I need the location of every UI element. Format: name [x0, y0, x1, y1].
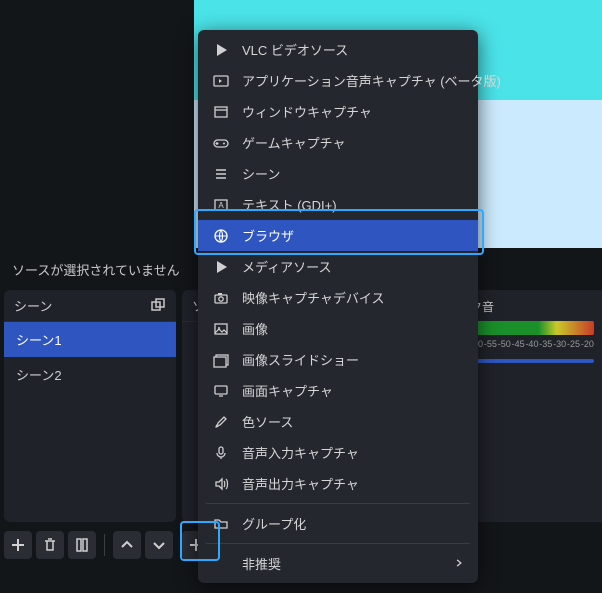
chevron-right-icon [454, 556, 464, 571]
gamepad-icon [212, 134, 230, 152]
menu-item-audio-in[interactable]: 音声入力キャプチャ [198, 437, 478, 468]
menu-separator [206, 503, 470, 504]
menu-item-video-capture[interactable]: 映像キャプチャデバイス [198, 282, 478, 313]
menu-item-media[interactable]: メディアソース [198, 251, 478, 282]
menu-item-game-capture[interactable]: ゲームキャプチャ [198, 127, 478, 158]
slideshow-icon [212, 351, 230, 369]
menu-item-display-capture[interactable]: 画面キャプチャ [198, 375, 478, 406]
image-icon [212, 320, 230, 338]
play-icon [212, 41, 230, 59]
tick: -40 [525, 339, 538, 349]
scenes-panel: シーン シーン1 シーン2 [4, 290, 176, 522]
scene-item-label: シーン2 [16, 368, 62, 383]
brush-icon [212, 413, 230, 431]
menu-item-audio-out[interactable]: 音声出力キャプチャ [198, 468, 478, 499]
menu-item-color[interactable]: 色ソース [198, 406, 478, 437]
monitor-icon [212, 382, 230, 400]
tick: -25 [567, 339, 580, 349]
menu-item-label: 音声出力キャプチャ [242, 474, 359, 493]
scenes-toolbar [4, 528, 173, 562]
microphone-icon [212, 444, 230, 462]
menu-item-text[interactable]: A テキスト (GDI+) [198, 189, 478, 220]
tick: -30 [553, 339, 566, 349]
menu-item-label: ゲームキャプチャ [242, 133, 345, 152]
menu-item-window-capture[interactable]: ウィンドウキャプチャ [198, 96, 478, 127]
folder-icon [212, 515, 230, 533]
app-audio-icon [212, 72, 230, 90]
tick: -45 [512, 339, 525, 349]
audio-mixer-panel: ク音 -60 -55 -50 -45 -40 -35 -30 -25 -20 [462, 290, 602, 522]
tick: -35 [539, 339, 552, 349]
menu-item-label: VLC ビデオソース [242, 40, 348, 59]
popout-icon[interactable] [150, 298, 166, 314]
scenes-panel-header: シーン [4, 290, 176, 322]
volume-slider[interactable] [470, 359, 594, 363]
menu-item-deprecated[interactable]: 非推奨 [198, 548, 478, 579]
audio-meter [470, 321, 594, 335]
add-scene-button[interactable] [4, 531, 32, 559]
menu-item-label: グループ化 [242, 514, 306, 533]
menu-item-browser[interactable]: ブラウザ [198, 220, 478, 251]
menu-item-label: 音声入力キャプチャ [242, 443, 359, 462]
audio-ticks: -60 -55 -50 -45 -40 -35 -30 -25 -20 [470, 339, 594, 349]
menu-item-label: テキスト (GDI+) [242, 195, 337, 214]
tick: -55 [484, 339, 497, 349]
no-source-selected-label: ソースが選択されていません [12, 260, 180, 279]
scene-item[interactable]: シーン1 [4, 322, 176, 357]
list-icon [212, 165, 230, 183]
globe-icon [212, 227, 230, 245]
menu-item-label: 画像スライドショー [242, 350, 359, 369]
camera-icon [212, 289, 230, 307]
menu-item-label: シーン [242, 164, 280, 183]
menu-item-slideshow[interactable]: 画像スライドショー [198, 344, 478, 375]
scene-down-button[interactable] [145, 531, 173, 559]
menu-item-label: アプリケーション音声キャプチャ (ベータ版) [242, 71, 501, 90]
menu-item-image[interactable]: 画像 [198, 313, 478, 344]
menu-item-label: メディアソース [242, 257, 331, 276]
menu-item-label: 色ソース [242, 412, 293, 431]
filter-scene-button[interactable] [68, 531, 96, 559]
menu-item-label: 画面キャプチャ [242, 381, 333, 400]
scene-item[interactable]: シーン2 [4, 357, 176, 392]
window-icon [212, 103, 230, 121]
delete-scene-button[interactable] [36, 531, 64, 559]
menu-item-app-audio[interactable]: アプリケーション音声キャプチャ (ベータ版) [198, 65, 478, 96]
tick: -50 [498, 339, 511, 349]
text-icon: A [212, 196, 230, 214]
tick: -20 [581, 339, 594, 349]
menu-item-label: 非推奨 [242, 554, 281, 573]
scenes-panel-title: シーン [14, 296, 52, 315]
menu-item-group[interactable]: グループ化 [198, 508, 478, 539]
menu-item-label: 映像キャプチャデバイス [242, 288, 384, 307]
divider [104, 534, 105, 556]
scene-item-label: シーン1 [16, 333, 62, 348]
scene-up-button[interactable] [113, 531, 141, 559]
svg-text:A: A [218, 201, 224, 210]
add-source-context-menu: VLC ビデオソース アプリケーション音声キャプチャ (ベータ版) ウィンドウキ… [198, 30, 478, 583]
menu-item-label: 画像 [242, 319, 268, 338]
mixer-track-label: ク音 [470, 298, 594, 315]
menu-separator [206, 543, 470, 544]
menu-item-vlc[interactable]: VLC ビデオソース [198, 34, 478, 65]
menu-item-scene[interactable]: シーン [198, 158, 478, 189]
speaker-icon [212, 475, 230, 493]
menu-item-label: ウィンドウキャプチャ [242, 102, 372, 121]
menu-item-label: ブラウザ [242, 226, 294, 245]
play-icon [212, 258, 230, 276]
blank-icon [212, 555, 230, 573]
